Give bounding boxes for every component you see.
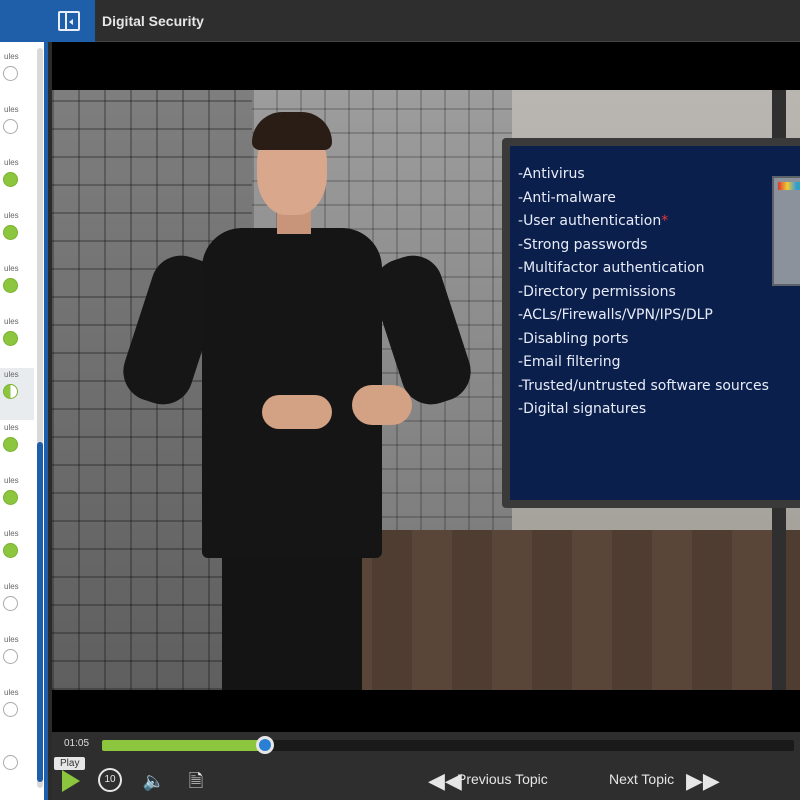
slide-bullet: -Trusted/untrusted software sources [518, 377, 769, 394]
progress-status-icon [3, 66, 18, 81]
sidebar-topic-item[interactable]: ules [0, 103, 34, 155]
presenter [252, 112, 332, 150]
sidebar-topic-item[interactable]: ules [0, 50, 34, 102]
play-tooltip: Play [54, 757, 86, 770]
progress-status-icon [3, 172, 18, 187]
presenter [222, 550, 362, 690]
slide-bullet: -Disabling ports [518, 330, 629, 347]
elapsed-time: 01:05 [64, 738, 90, 749]
progress-fill [102, 740, 266, 751]
sidebar-topic-item[interactable]: ules [0, 262, 34, 314]
sidebar-topic-label: ules [4, 635, 19, 644]
sidebar-topic-label: ules [4, 582, 19, 591]
next-topic-icon[interactable]: ▶▶ [686, 768, 720, 794]
slide-bullet: -Strong passwords [518, 236, 648, 253]
progress-status-icon [3, 331, 18, 346]
sidebar-topic-item[interactable]: ules [0, 315, 34, 367]
sidebar-topic-label: ules [4, 423, 19, 432]
previous-topic-button[interactable]: Previous Topic [457, 771, 548, 787]
sidebar-topic-item[interactable]: ules [0, 580, 34, 632]
progress-status-icon [3, 225, 18, 240]
sidebar-topic-item[interactable]: ules [0, 156, 34, 208]
sidebar-topic-label: ules [4, 264, 19, 273]
slide-marker: * [661, 213, 669, 229]
progress-status-icon [3, 119, 18, 134]
volume-icon[interactable]: 🔈 [140, 768, 168, 794]
presentation-screen: -Antivirus -Anti-malware -User authenticat… [502, 138, 800, 508]
sidebar-topic-item[interactable]: ules [0, 474, 34, 526]
sidebar-toggle-button[interactable] [0, 0, 95, 42]
progress-status-icon [3, 596, 18, 611]
progress-status-icon [3, 384, 18, 399]
progress-status-icon [3, 702, 18, 717]
sidebar-topic-label: ules [4, 529, 19, 538]
sidebar-topic-label: ules [4, 211, 19, 220]
sidebar-topic-item[interactable]: ules [0, 368, 34, 420]
slide-bullet: -Antivirus [518, 166, 585, 182]
sidebar-topic-label: ules [4, 476, 19, 485]
slide-bullet: -ACLs/Firewalls/VPN/IPS/DLP [518, 307, 713, 323]
progress-scrubber[interactable] [256, 736, 275, 754]
sidebar-topic-label: ules [4, 158, 19, 167]
presenter [262, 395, 332, 429]
presenter [352, 385, 412, 425]
transcript-icon[interactable]: 🗎 [182, 768, 210, 794]
sidebar-topic-label: ules [4, 688, 19, 697]
top-bar: Digital Security [0, 0, 800, 42]
server-device-image [772, 176, 800, 286]
sidebar-topic-item[interactable] [0, 739, 34, 791]
sidebar-topic-item[interactable]: ules [0, 686, 34, 738]
progress-status-icon [3, 437, 18, 452]
progress-status-icon [3, 490, 18, 505]
video-player[interactable]: -Antivirus -Anti-malware -User authenticat… [52, 90, 800, 690]
slide-bullet: -User authentication* [518, 213, 669, 229]
sidebar-topic-item[interactable]: ules [0, 633, 34, 685]
sidebar-scrollbar-thumb[interactable] [37, 442, 43, 782]
progress-status-icon [3, 543, 18, 558]
sidebar-toggle-icon [58, 11, 80, 31]
next-topic-button[interactable]: Next Topic [609, 771, 674, 787]
replay-icon[interactable]: 10 [98, 768, 122, 792]
sidebar-topic-item[interactable]: ules [0, 421, 34, 473]
sidebar-topic-label: ules [4, 52, 19, 61]
sidebar-topic-label: ules [4, 105, 19, 114]
play-icon[interactable] [62, 770, 80, 792]
slide-bullet: -Anti-malware [518, 189, 616, 206]
slide-bullet: -Digital signatures [518, 401, 647, 417]
sidebar-topic-label: ules [4, 317, 19, 326]
progress-status-icon [3, 649, 18, 664]
slide-bullet: -Multifactor authentication [518, 260, 705, 276]
player-controls: 01:05 Play 10 🔈 🗎 ◀◀ Previous Topic Next… [52, 732, 800, 800]
progress-bar[interactable] [102, 736, 794, 754]
sidebar-topic-label: ules [4, 370, 19, 379]
slide-bullet-list: -Antivirus -Anti-malware -User authenticat… [518, 166, 769, 425]
sidebar-topic-item[interactable]: ules [0, 527, 34, 579]
slide-bullet: -Directory permissions [518, 283, 676, 300]
sidebar-topic-item[interactable]: ules [0, 209, 34, 261]
slide-bullet: -Email filtering [518, 354, 621, 370]
progress-status-icon [3, 278, 18, 293]
progress-status-icon [3, 755, 18, 770]
page-title: Digital Security [102, 13, 204, 29]
topic-sidebar: ules ules ules ules ules ules ules ules ules ules… [0, 42, 48, 800]
